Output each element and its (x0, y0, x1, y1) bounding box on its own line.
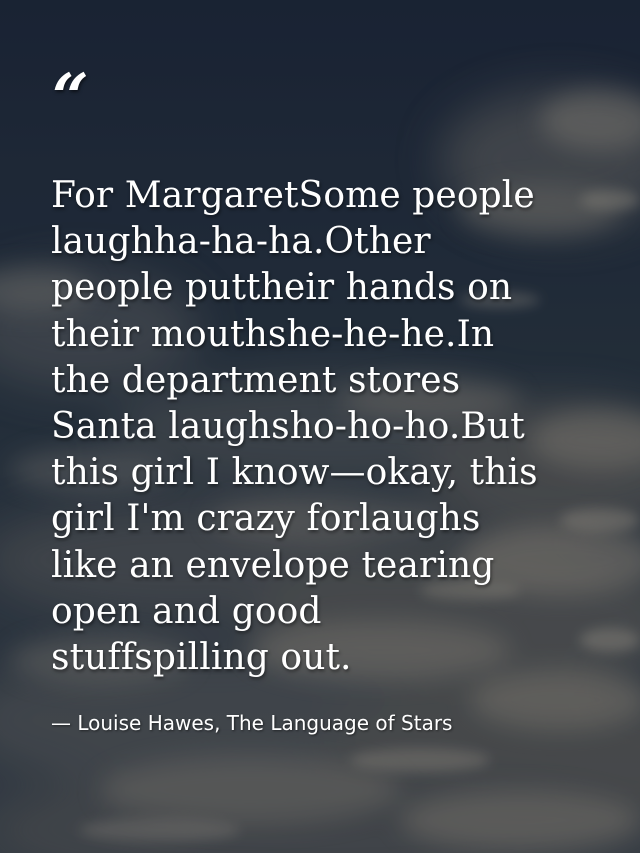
quote-line: like an envelope tearing (51, 544, 495, 586)
quote-line: this girl I know—okay, this (51, 452, 538, 494)
quote-text: For MargaretSome people laughha-ha-ha.Ot… (51, 173, 611, 681)
quote-line: stuffspilling out. (51, 637, 352, 679)
quote-attribution: — Louise Hawes, The Language of Stars (51, 711, 453, 735)
open-quote-icon: “ (52, 60, 89, 135)
quote-line: open and good (51, 590, 322, 632)
quote-line: For MargaretSome people (51, 175, 535, 216)
quote-line: their mouthshe-he-he.In (51, 313, 495, 355)
quote-line: girl I'm crazy forlaughs (51, 498, 481, 540)
quote-line: people puttheir hands on (51, 267, 513, 309)
quote-card: “ For MargaretSome people laughha-ha-ha.… (0, 0, 640, 853)
quote-line: laughha-ha-ha.Other (51, 221, 431, 263)
quote-line: the department stores (51, 359, 461, 401)
quote-line: Santa laughsho-ho-ho.But (51, 406, 525, 448)
